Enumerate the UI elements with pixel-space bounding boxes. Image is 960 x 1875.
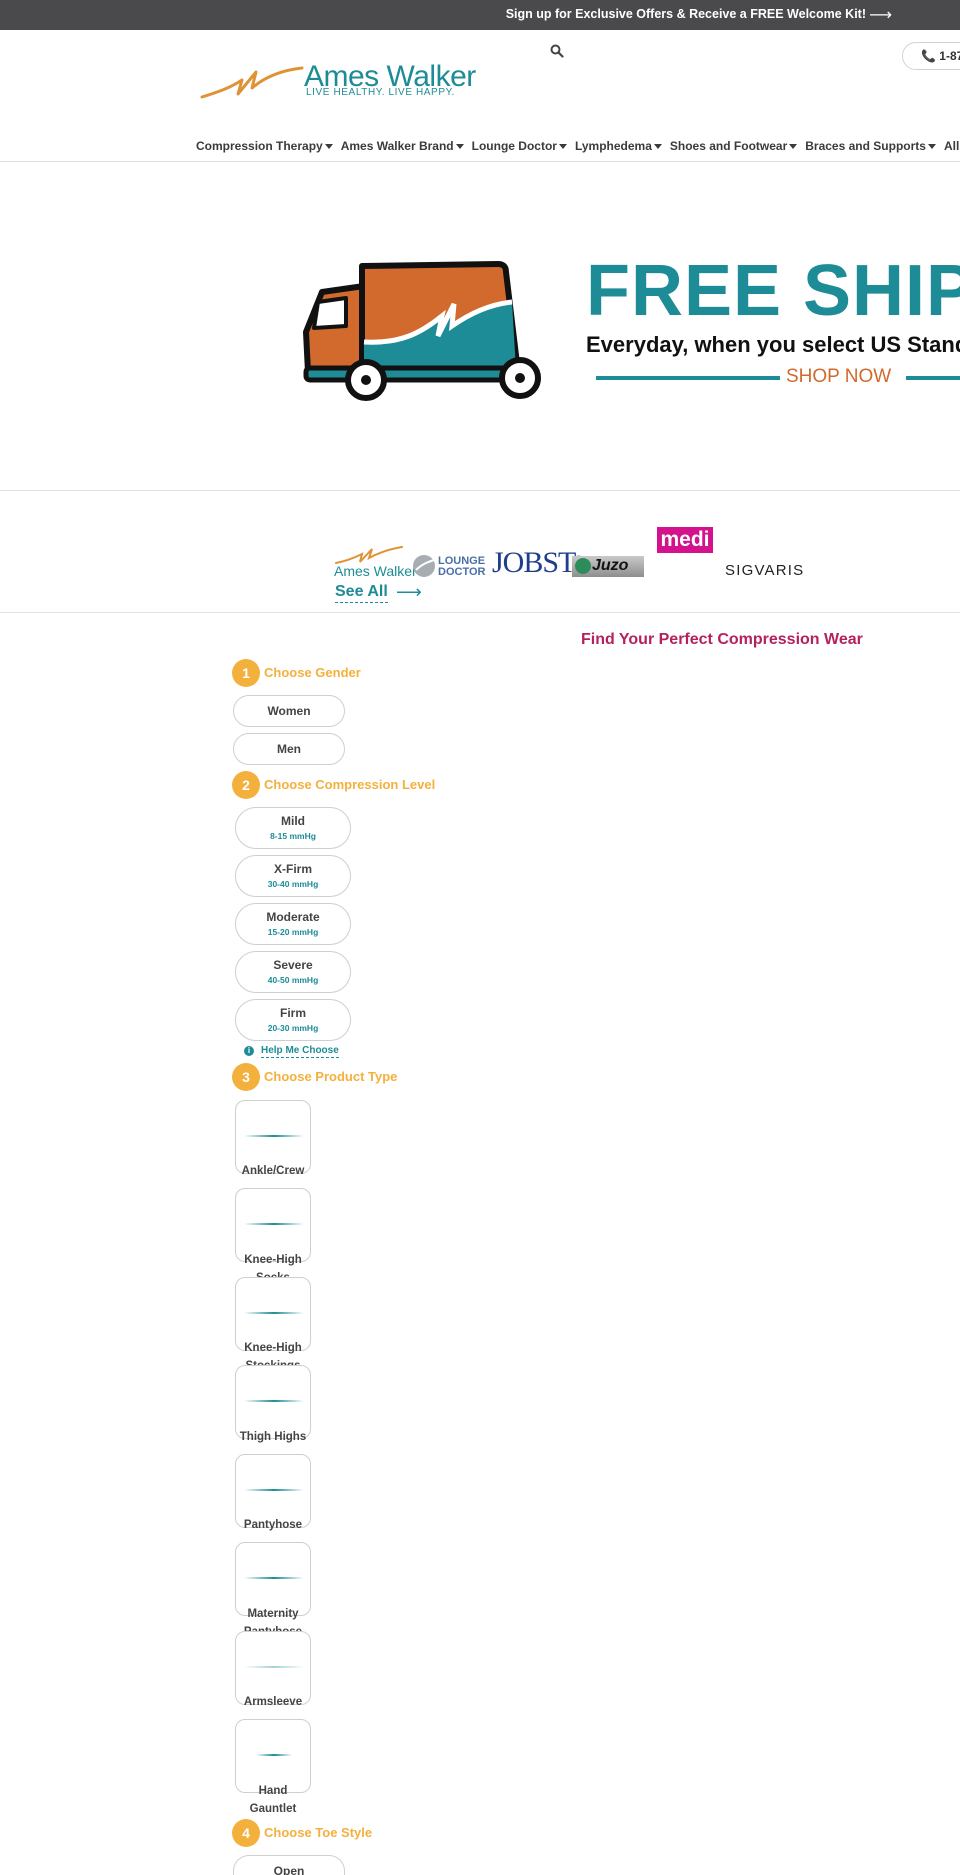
gender-option-men[interactable]: Men <box>233 733 345 765</box>
free-shipping-banner[interactable]: FREE SHIPPING Everyday, when you select … <box>0 162 960 490</box>
brand-sigvaris[interactable]: SIGVARIS <box>725 562 804 579</box>
arrow-right-icon[interactable]: ⟶ <box>396 582 422 603</box>
step-number-badge: 4 <box>232 1819 260 1847</box>
divider-line <box>596 376 780 380</box>
arrow-right-icon[interactable]: ⟶ <box>869 5 892 25</box>
phone-button[interactable]: 📞 1-877 <box>902 42 960 70</box>
nav-item-lymphedema[interactable]: Lymphedema <box>575 139 662 153</box>
caret-down-icon <box>324 144 333 150</box>
ames-walker-mark-icon <box>335 546 403 564</box>
caret-down-icon <box>653 144 662 150</box>
level-option-mild[interactable]: Mild 8-15 mmHg <box>235 807 351 849</box>
product-thumbnail <box>244 1400 304 1402</box>
caret-down-icon <box>558 144 567 150</box>
delivery-truck-icon <box>303 261 541 401</box>
help-me-choose-link[interactable]: Help Me Choose <box>261 1045 339 1058</box>
step-number-badge: 2 <box>232 771 260 799</box>
brand-lounge-doctor-text: LOUNGE DOCTOR <box>438 555 486 578</box>
logo-tagline: LIVE HEALTHY. LIVE HAPPY. <box>306 87 455 98</box>
divider-line <box>906 376 960 380</box>
product-type-label: Hand Gauntlet <box>249 1785 297 1815</box>
finder-title: Find Your Perfect Compression Wear <box>581 631 863 648</box>
nav-item-ames-walker-brand[interactable]: Ames Walker Brand <box>341 139 464 153</box>
phone-number: 📞 1-877 <box>921 49 960 63</box>
product-type-label: Thigh Highs <box>239 1431 307 1443</box>
product-thumbnail <box>244 1223 304 1225</box>
caret-down-icon <box>927 144 936 150</box>
product-thumbnail <box>244 1312 304 1314</box>
step-number-badge: 3 <box>232 1063 260 1091</box>
nav-item-all-brands[interactable]: All Brands <box>944 139 960 153</box>
juzo-mark-icon <box>575 558 591 574</box>
level-option-firm[interactable]: Firm 20-30 mmHg <box>235 999 351 1041</box>
logo-mark-icon <box>200 66 304 99</box>
nav-item-shoes-footwear[interactable]: Shoes and Footwear <box>670 139 798 153</box>
product-type-label: Ankle/Crew <box>241 1165 305 1177</box>
product-thumbnail <box>244 1489 304 1491</box>
level-option-x-firm[interactable]: X-Firm 30-40 mmHg <box>235 855 351 897</box>
level-option-severe[interactable]: Severe 40-50 mmHg <box>235 951 351 993</box>
product-thumbnail <box>244 1577 304 1579</box>
main-nav: Compression Therapy Ames Walker Brand Loun… <box>196 137 960 157</box>
step-number-badge: 1 <box>232 659 260 687</box>
banner-subline: Everyday, when you select US Standard <box>586 332 960 357</box>
brands-divider <box>0 612 960 613</box>
step-label: Choose Compression Level <box>264 777 436 792</box>
nav-item-compression-therapy[interactable]: Compression Therapy <box>196 139 333 153</box>
nav-item-lounge-doctor[interactable]: Lounge Doctor <box>472 139 567 153</box>
info-icon: i <box>244 1046 254 1056</box>
nav-item-braces-supports[interactable]: Braces and Supports <box>805 139 936 153</box>
banner-headline: FREE SHIPPING <box>586 251 960 331</box>
gender-option-women[interactable]: Women <box>233 695 345 727</box>
step-label: Choose Toe Style <box>264 1825 373 1840</box>
caret-down-icon <box>455 144 464 150</box>
product-thumbnail <box>244 1666 304 1668</box>
promo-bar[interactable]: Sign up for Exclusive Offers & Receive a… <box>0 0 960 30</box>
product-type-label: Armsleeve <box>243 1696 303 1708</box>
step-label: Choose Gender <box>264 665 361 680</box>
shop-now-link[interactable]: SHOP NOW <box>786 366 891 388</box>
search-icon[interactable] <box>550 44 564 58</box>
product-thumbnail <box>256 1754 292 1756</box>
brand-medi[interactable]: medi <box>657 527 713 553</box>
caret-down-icon <box>789 144 798 150</box>
banner-divider <box>0 490 960 491</box>
toe-style-option-open[interactable]: Open <box>233 1855 345 1875</box>
brand-ames-walker-text: Ames Walker <box>334 563 417 579</box>
level-option-moderate[interactable]: Moderate 15-20 mmHg <box>235 903 351 945</box>
see-all-brands-link[interactable]: See All <box>335 583 388 603</box>
brand-jobst[interactable]: JOBST® <box>492 546 581 580</box>
product-thumbnail <box>244 1135 304 1137</box>
product-type-label: Pantyhose <box>243 1519 303 1531</box>
brand-juzo-text: Juzo <box>592 557 629 574</box>
step-label: Choose Product Type <box>264 1069 398 1084</box>
promo-text[interactable]: Sign up for Exclusive Offers & Receive a… <box>506 7 866 21</box>
lounge-doctor-mark-icon <box>413 555 435 577</box>
site-logo[interactable]: Ames Walker LIVE HEALTHY. LIVE HAPPY. <box>200 60 476 104</box>
brand-juzo[interactable]: Juzo <box>572 556 644 577</box>
